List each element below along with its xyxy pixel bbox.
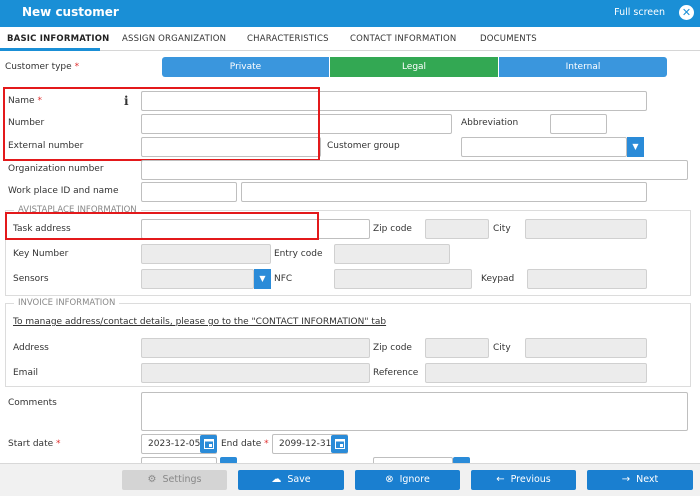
sensors-select[interactable] xyxy=(141,269,254,289)
fullscreen-button[interactable]: Full screen xyxy=(614,7,665,18)
active-tab-indicator xyxy=(0,48,100,51)
invoice-email-input xyxy=(141,363,370,383)
entry-code-label: Entry code xyxy=(274,249,323,259)
gear-icon: ⚙ xyxy=(147,474,157,485)
close-icon[interactable]: ✕ xyxy=(679,5,694,20)
comments-textarea[interactable] xyxy=(141,392,688,431)
avista-city-input xyxy=(525,219,647,239)
organization-number-label: Organization number xyxy=(8,164,104,174)
invoice-city-input xyxy=(525,338,647,358)
window-titlebar: New customer Full screen ✕ xyxy=(0,0,700,27)
workplace-name-input[interactable] xyxy=(241,182,647,202)
contact-information-link[interactable]: To manage address/contact details, pleas… xyxy=(13,317,386,327)
invoice-address-label: Address xyxy=(13,343,49,353)
calendar-icon[interactable] xyxy=(331,435,348,453)
invoice-city-label: City xyxy=(493,343,511,353)
tab-assign-organization[interactable]: ASSIGN ORGANIZATION xyxy=(122,34,226,44)
sensors-label: Sensors xyxy=(13,274,49,284)
tab-basic-information[interactable]: BASIC INFORMATION xyxy=(7,34,109,44)
tab-documents[interactable]: DOCUMENTS xyxy=(480,34,537,44)
cancel-icon: ⊗ xyxy=(385,474,394,485)
next-button[interactable]: → Next xyxy=(587,470,693,490)
avista-city-label: City xyxy=(493,224,511,234)
keypad-input xyxy=(527,269,647,289)
invoice-reference-label: Reference xyxy=(373,368,419,378)
tab-contact-information[interactable]: CONTACT INFORMATION xyxy=(350,34,456,44)
invoice-reference-input xyxy=(425,363,647,383)
abbreviation-input[interactable] xyxy=(550,114,607,134)
invoice-zip-input xyxy=(425,338,489,358)
customer-type-internal[interactable]: Internal xyxy=(499,57,667,77)
key-number-input xyxy=(141,244,271,264)
cloud-upload-icon: ☁ xyxy=(271,474,282,485)
chevron-down-icon[interactable]: ▼ xyxy=(627,137,644,157)
avista-zip-input xyxy=(425,219,489,239)
invoice-legend: INVOICE INFORMATION xyxy=(14,298,120,308)
key-number-label: Key Number xyxy=(13,249,69,259)
end-date-label: End date * xyxy=(221,439,269,449)
customer-type-private[interactable]: Private xyxy=(162,57,329,77)
nfc-input xyxy=(334,269,472,289)
nfc-label: NFC xyxy=(274,274,293,284)
customer-type-legal[interactable]: Legal xyxy=(330,57,498,77)
invoice-zip-label: Zip code xyxy=(373,343,412,353)
workplace-id-input[interactable] xyxy=(141,182,237,202)
settings-button: ⚙ Settings xyxy=(122,470,227,490)
keypad-label: Keypad xyxy=(481,274,515,284)
comments-label: Comments xyxy=(8,398,57,408)
customer-group-label: Customer group xyxy=(327,141,400,151)
customer-group-select[interactable] xyxy=(461,137,627,157)
save-button[interactable]: ☁ Save xyxy=(238,470,344,490)
arrow-left-icon: ← xyxy=(496,474,505,485)
invoice-email-label: Email xyxy=(13,368,38,378)
previous-button[interactable]: ← Previous xyxy=(471,470,576,490)
abbreviation-label: Abbreviation xyxy=(461,118,519,128)
ignore-button[interactable]: ⊗ Ignore xyxy=(355,470,460,490)
tab-characteristics[interactable]: CHARACTERISTICS xyxy=(247,34,329,44)
highlight-box-task-address xyxy=(5,212,319,240)
footer-bar: ⚙ Settings ☁ Save ⊗ Ignore ← Previous → Next xyxy=(0,463,700,496)
start-date-label: Start date * xyxy=(8,439,61,449)
customer-type-label: Customer type * xyxy=(5,62,80,72)
tab-bar: BASIC INFORMATION ASSIGN ORGANIZATION CH… xyxy=(0,27,700,51)
avista-zip-label: Zip code xyxy=(373,224,412,234)
entry-code-input xyxy=(334,244,450,264)
organization-number-input[interactable] xyxy=(141,160,688,180)
window-title: New customer xyxy=(22,5,119,19)
chevron-down-icon[interactable]: ▼ xyxy=(254,269,271,289)
highlight-box-identity xyxy=(3,87,320,161)
invoice-address-input xyxy=(141,338,370,358)
workplace-label: Work place ID and name xyxy=(8,186,119,196)
arrow-right-icon: → xyxy=(621,474,631,485)
calendar-icon[interactable] xyxy=(200,435,217,453)
